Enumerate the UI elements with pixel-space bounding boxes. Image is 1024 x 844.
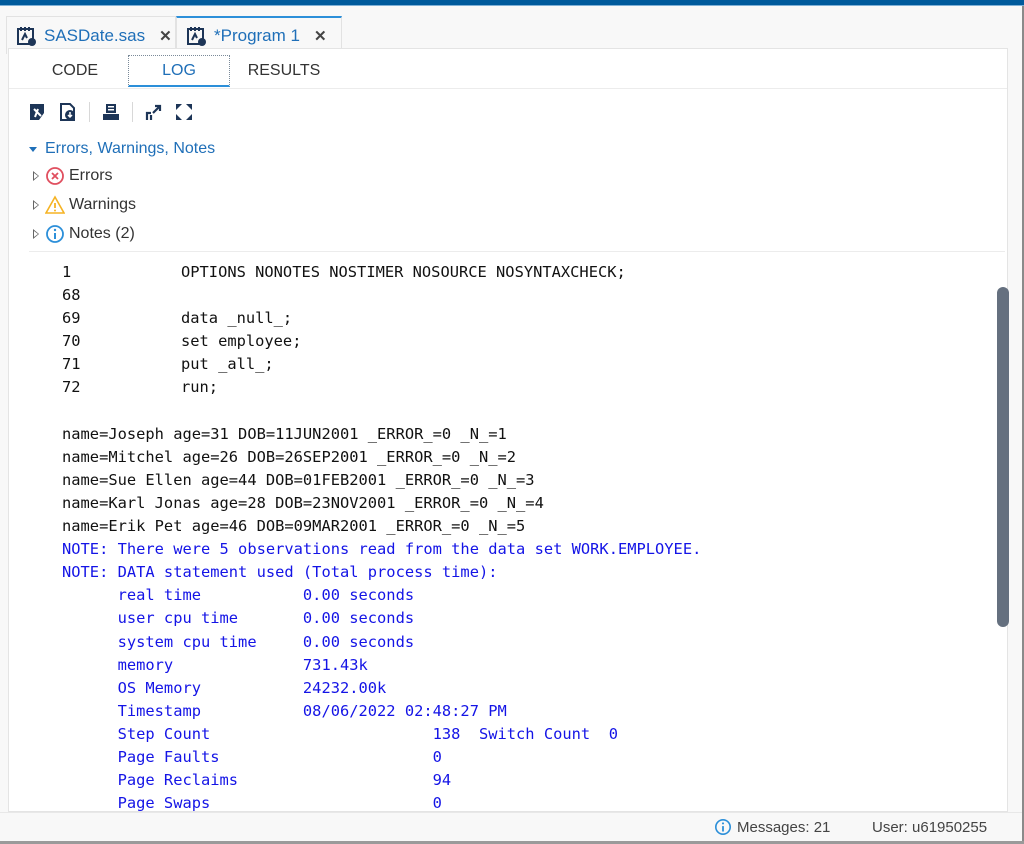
expand-icon[interactable] bbox=[33, 170, 39, 181]
line-number: 71 bbox=[62, 355, 81, 374]
tab-log[interactable]: LOG bbox=[128, 55, 230, 87]
tree-item-notes[interactable]: Notes (2) bbox=[33, 219, 215, 248]
tree-item-warnings[interactable]: Warnings bbox=[33, 190, 215, 219]
log-note-line: memory 731.43k bbox=[62, 655, 368, 674]
log-note-line: NOTE: There were 5 observations read fro… bbox=[62, 540, 702, 559]
log-note-line: Page Reclaims 94 bbox=[62, 771, 452, 790]
log-note-line: OS Memory 24232.00k bbox=[62, 678, 387, 697]
tab-label: *Program 1 bbox=[214, 26, 300, 45]
save-log-icon bbox=[30, 104, 44, 120]
tree-item-label: Errors bbox=[69, 166, 113, 184]
tab-results[interactable]: RESULTS bbox=[241, 55, 327, 87]
view-tabs: CODE LOG RESULTS bbox=[9, 49, 1007, 89]
open-in-window-button[interactable] bbox=[143, 101, 165, 123]
log-note-line: Step Count 138 Switch Count 0 bbox=[62, 724, 618, 743]
toolbar-divider bbox=[89, 102, 90, 122]
sas-program-icon bbox=[17, 26, 37, 46]
maximize-icon bbox=[176, 104, 192, 120]
log-note-line: system cpu time 0.00 seconds bbox=[62, 632, 415, 651]
message-tree: Errors, Warnings, Notes Errors Warnings … bbox=[27, 137, 215, 248]
section-divider bbox=[29, 251, 1005, 252]
log-scrollbar-thumb[interactable] bbox=[997, 287, 1009, 627]
log-panel: CODE LOG RESULTS Errors, Warnings, Notes bbox=[8, 48, 1009, 812]
download-log-icon bbox=[60, 103, 75, 121]
log-note-line: Page Faults 0 bbox=[62, 747, 442, 766]
log-output-line: name=Sue Ellen age=44 DOB=01FEB2001 _ERR… bbox=[62, 470, 535, 489]
info-icon bbox=[46, 224, 64, 243]
save-log-button[interactable] bbox=[27, 101, 49, 123]
line-number: 1 bbox=[62, 263, 72, 281]
log-source-line: 1 OPTIONS NONOTES NOSTIMER NOSOURCE NOSYN… bbox=[62, 261, 701, 284]
tree-header-label: Errors, Warnings, Notes bbox=[45, 140, 216, 157]
log-note-line: user cpu time 0.00 seconds bbox=[62, 609, 415, 628]
source-code: run; bbox=[181, 378, 219, 397]
messages-count: Messages: 21 bbox=[737, 818, 831, 836]
sas-program-icon bbox=[187, 26, 207, 46]
expand-icon[interactable] bbox=[33, 199, 39, 210]
source-code: put _all_; bbox=[181, 355, 274, 374]
line-number: 70 bbox=[62, 332, 81, 351]
log-note-line: real time 0.00 seconds bbox=[62, 586, 415, 605]
log-source-line: 71 put _all_; bbox=[62, 353, 701, 376]
caret-down-icon bbox=[29, 146, 37, 152]
log-source-line: 69 data _null_; bbox=[62, 307, 701, 330]
log-output-line: name=Karl Jonas age=28 DOB=23NOV2001 _ER… bbox=[62, 493, 544, 512]
line-number: 69 bbox=[62, 309, 81, 328]
file-tab-strip: SASDate.sas ✕ *Program 1 ✕ bbox=[0, 6, 1022, 54]
download-log-button[interactable] bbox=[57, 101, 79, 123]
log-source-line: 70 set employee; bbox=[62, 330, 701, 353]
status-bar: Messages: 21 User: u61950255 bbox=[0, 812, 1022, 842]
info-icon bbox=[714, 818, 732, 836]
tree-item-label: Notes (2) bbox=[69, 224, 135, 242]
log-toolbar bbox=[27, 99, 203, 125]
user-id: User: u61950255 bbox=[872, 819, 988, 836]
expand-icon[interactable] bbox=[33, 228, 39, 239]
maximize-button[interactable] bbox=[173, 101, 195, 123]
tab-label: SASDate.sas bbox=[44, 25, 146, 45]
log-note-line: Timestamp 08/06/2022 02:48:27 PM bbox=[62, 701, 507, 720]
close-icon[interactable]: ✕ bbox=[159, 27, 172, 45]
log-output-line: name=Erik Pet age=46 DOB=09MAR2001 _ERRO… bbox=[62, 517, 526, 536]
tab-code[interactable]: CODE bbox=[35, 55, 115, 87]
tree-item-label: Warnings bbox=[69, 195, 136, 213]
log-output-line: name=Mitchel age=26 DOB=26SEP2001 _ERROR… bbox=[62, 447, 517, 466]
line-number: 72 bbox=[62, 378, 81, 397]
tree-header[interactable]: Errors, Warnings, Notes bbox=[27, 137, 215, 161]
log-source-line: 68 bbox=[62, 284, 701, 307]
line-number: 68 bbox=[62, 286, 81, 305]
source-code: data _null_; bbox=[181, 309, 293, 328]
close-icon[interactable]: ✕ bbox=[314, 27, 327, 45]
print-button[interactable] bbox=[100, 101, 122, 123]
source-code: OPTIONS NONOTES NOSTIMER NOSOURCE NOSYNT… bbox=[181, 263, 626, 281]
log-note-line: NOTE: DATA statement used (Total process… bbox=[62, 563, 498, 582]
source-code: set employee; bbox=[181, 332, 302, 351]
error-icon bbox=[46, 166, 64, 185]
log-source-line: 72 run; bbox=[62, 376, 701, 399]
print-icon bbox=[103, 104, 119, 120]
messages-indicator[interactable]: Messages: 21 bbox=[714, 818, 830, 836]
log-content: 1 OPTIONS NONOTES NOSTIMER NOSOURCE NOSYN… bbox=[9, 253, 989, 811]
open-in-window-icon bbox=[145, 104, 162, 120]
log-output-line: name=Joseph age=31 DOB=11JUN2001 _ERROR_… bbox=[62, 424, 507, 443]
warning-icon bbox=[45, 194, 65, 214]
tree-item-errors[interactable]: Errors bbox=[33, 161, 215, 190]
log-note-line: Page Swaps 0 bbox=[62, 794, 442, 811]
toolbar-divider bbox=[132, 102, 133, 122]
